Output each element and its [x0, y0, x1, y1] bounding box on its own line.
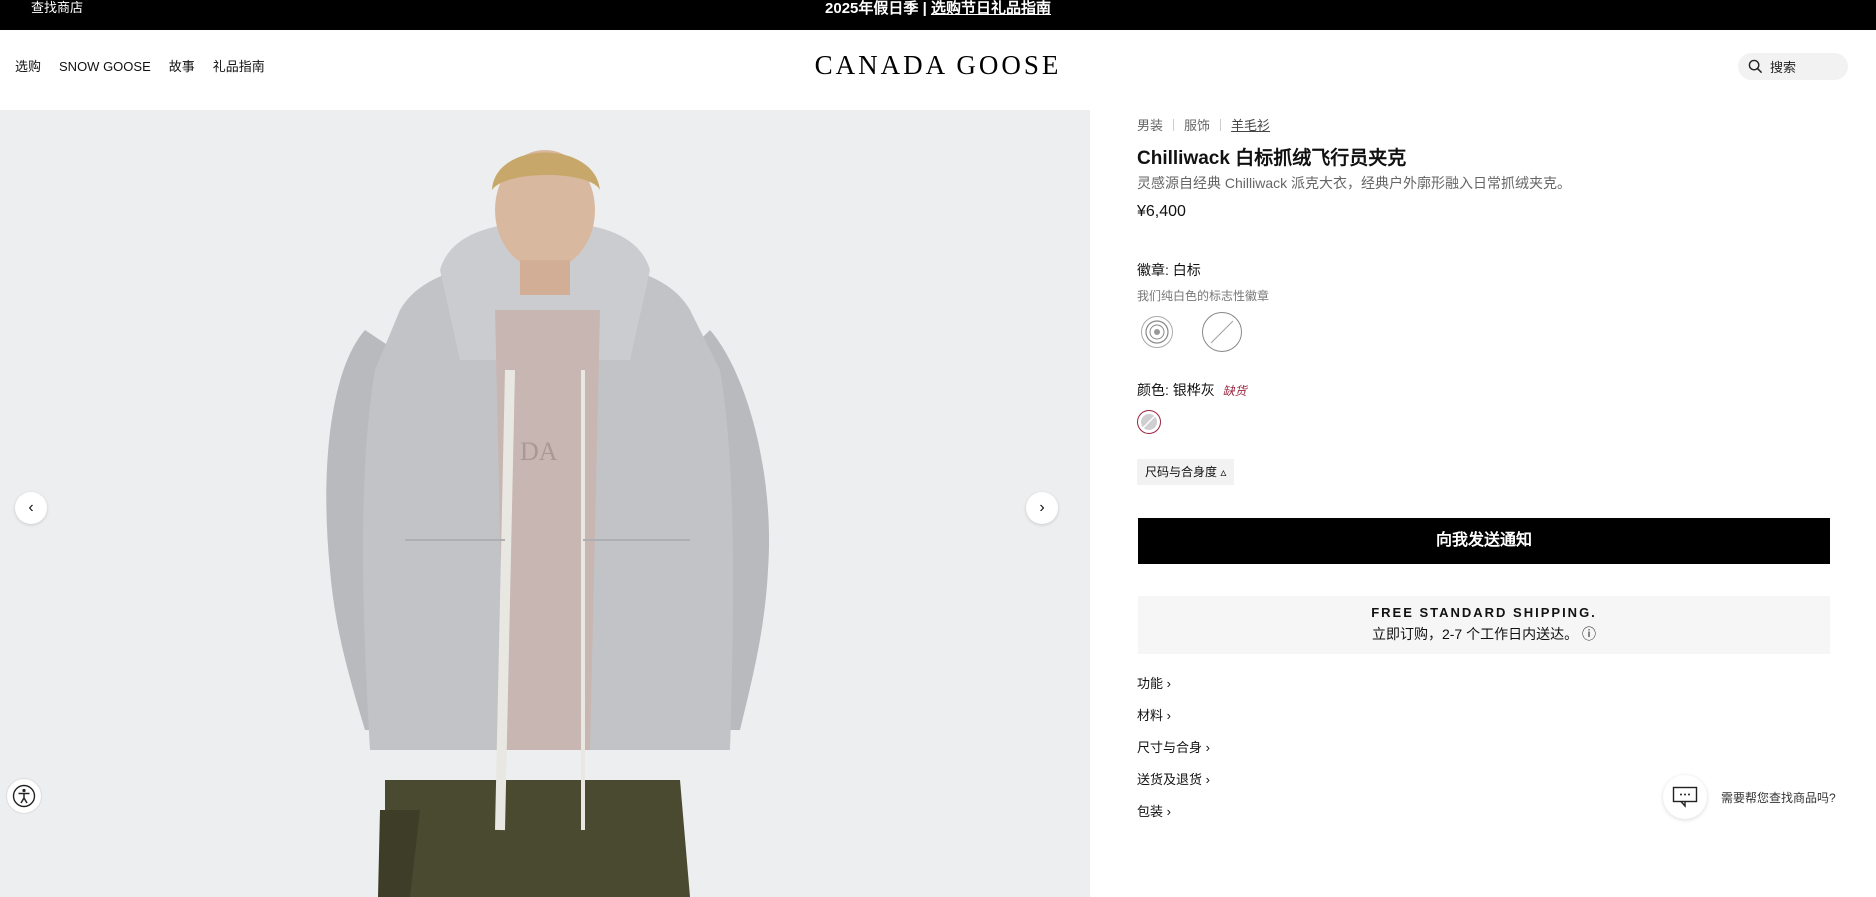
accordion-materials[interactable]: 材料 › — [1137, 705, 1171, 724]
notify-me-button[interactable]: 向我发送通知 — [1138, 518, 1830, 564]
badge-option-white-disc[interactable] — [1141, 316, 1173, 348]
chevron-right-icon: › — [1166, 708, 1171, 723]
unavailable-slash-icon — [1210, 320, 1234, 344]
search-placeholder: 搜索 — [1770, 60, 1797, 75]
size-fit-button[interactable]: 尺码与合身度 ▵ — [1137, 459, 1235, 485]
chat-widget[interactable]: 需要帮您查找商品吗? — [1663, 775, 1836, 819]
breadcrumb-knitwear[interactable]: 羊毛衫 — [1231, 115, 1270, 134]
accordion-shipping-returns-label: 送货及退货 — [1137, 772, 1203, 787]
size-fit-label: 尺码与合身度 — [1145, 465, 1218, 479]
breadcrumb: 男装 服饰 羊毛衫 — [1137, 115, 1270, 134]
color-value: 银桦灰 — [1172, 382, 1215, 398]
color-selector-label: 颜色: 银桦灰 缺货 — [1137, 380, 1247, 400]
out-of-stock-tag: 缺货 — [1222, 384, 1247, 398]
ruler-icon: ▵ — [1220, 465, 1227, 479]
gift-guide-link[interactable]: 选购节日礼品指南 — [931, 0, 1051, 17]
chat-button[interactable] — [1663, 775, 1707, 819]
breadcrumb-divider — [1173, 118, 1175, 131]
swatch-slash-icon — [1141, 414, 1157, 430]
chevron-right-icon: › — [1205, 740, 1210, 755]
announcement-bar: 查找商店 2025年假日季 | 选购节日礼品指南 — [0, 0, 1876, 30]
chevron-right-icon: › — [1205, 772, 1210, 787]
shipping-title: FREE STANDARD SHIPPING. — [1371, 605, 1597, 620]
shipping-info: FREE STANDARD SHIPPING. 立即订购，2-7 个工作日内送达… — [1138, 596, 1830, 654]
badge-label: 徽章: — [1137, 262, 1169, 278]
info-icon[interactable]: ⓘ — [1582, 626, 1596, 642]
chat-prompt[interactable]: 需要帮您查找商品吗? — [1721, 789, 1836, 806]
product-gallery: DA ‹ › — [0, 110, 1090, 897]
chevron-right-icon: › — [1166, 804, 1171, 819]
accordion-features[interactable]: 功能 › — [1137, 673, 1171, 692]
color-label: 颜色: — [1137, 382, 1169, 398]
product-title: Chilliwack 白标抓绒飞行员夹克 — [1137, 148, 1407, 169]
svg-text:DA: DA — [520, 437, 558, 466]
chat-icon — [1672, 786, 1698, 808]
accordion-features-label: 功能 — [1137, 676, 1164, 691]
product-price: ¥6,400 — [1137, 203, 1186, 220]
product-subtitle: 灵感源自经典 Chilliwack 派克大衣，经典户外廓形融入日常抓绒夹克。 — [1137, 175, 1572, 191]
accordion-materials-label: 材料 — [1137, 708, 1164, 723]
accordion-packaging[interactable]: 包装 › — [1137, 801, 1171, 820]
breadcrumb-apparel[interactable]: 服饰 — [1184, 115, 1210, 134]
color-swatch-silver-birch[interactable] — [1137, 410, 1161, 434]
accordion-packaging-label: 包装 — [1137, 804, 1164, 819]
chevron-left-icon: ‹ — [28, 499, 34, 516]
accordion-shipping-returns[interactable]: 送货及退货 › — [1137, 769, 1210, 788]
accordion-size-fit-label: 尺寸与合身 — [1137, 740, 1203, 755]
brand-logo[interactable]: CANADA GOOSE — [0, 50, 1876, 81]
breadcrumb-divider — [1220, 118, 1222, 131]
gallery-prev-button[interactable]: ‹ — [15, 492, 47, 524]
badge-option-none[interactable] — [1202, 312, 1242, 352]
search-input[interactable]: 搜索 — [1738, 53, 1848, 80]
chevron-right-icon: › — [1039, 499, 1045, 516]
accessibility-button[interactable] — [6, 778, 42, 814]
shipping-subtitle-text: 立即订购，2-7 个工作日内送达。 — [1371, 626, 1579, 642]
badge-selector-label: 徽章: 白标 — [1137, 260, 1201, 280]
badge-value: 白标 — [1172, 262, 1201, 278]
search-icon — [1748, 59, 1763, 74]
promo-text: 2025年假日季 | — [825, 0, 931, 17]
accessibility-icon — [12, 784, 36, 808]
gallery-next-button[interactable]: › — [1026, 492, 1058, 524]
promo-banner: 2025年假日季 | 选购节日礼品指南 — [0, 0, 1876, 17]
badge-disc-icon — [1145, 320, 1169, 344]
accordion-size-fit[interactable]: 尺寸与合身 › — [1137, 737, 1210, 756]
chevron-right-icon: › — [1166, 676, 1171, 691]
site-header: 选购 SNOW GOOSE 故事 礼品指南 CANADA GOOSE 搜索 — [0, 30, 1876, 110]
badge-description: 我们纯白色的标志性徽章 — [1137, 289, 1270, 303]
shipping-subtitle: 立即订购，2-7 个工作日内送达。 ⓘ — [1138, 624, 1830, 644]
product-photo: DA — [326, 150, 770, 897]
breadcrumb-men[interactable]: 男装 — [1137, 115, 1163, 134]
